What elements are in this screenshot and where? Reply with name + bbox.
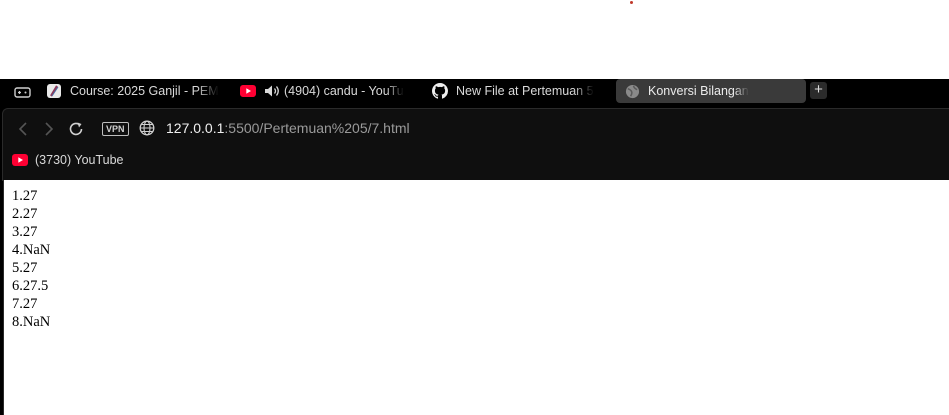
desktop-background <box>0 0 949 79</box>
bookmark-label: (3730) YouTube <box>35 153 124 167</box>
gamepad-icon[interactable] <box>12 83 32 101</box>
output-line: 1.27 <box>12 188 38 204</box>
bookmark-youtube[interactable]: (3730) YouTube <box>12 153 124 167</box>
tab-konversi-bilangan[interactable]: Konversi Bilangan <box>616 79 806 103</box>
output-line: 8.NaN <box>12 314 51 330</box>
browser-window: Course: 2025 Ganjil - PEM (4904) candu -… <box>0 79 949 415</box>
reload-icon[interactable] <box>66 119 86 139</box>
browser-toolbar: VPN 127.0.0.1:5500/Pertemuan%205/7.html … <box>2 108 949 181</box>
github-icon <box>432 83 448 99</box>
globe-icon <box>624 83 640 99</box>
tab-course[interactable]: Course: 2025 Ganjil - PEM <box>46 79 224 103</box>
globe-icon[interactable] <box>139 120 155 136</box>
output-line: 6.27.5 <box>12 278 49 294</box>
vpn-badge[interactable]: VPN <box>102 122 129 136</box>
forward-icon[interactable] <box>39 119 59 139</box>
back-icon[interactable] <box>13 119 33 139</box>
youtube-icon <box>12 154 29 166</box>
tab-title: Course: 2025 Ganjil - PEM <box>70 84 219 98</box>
tab-strip: Course: 2025 Ganjil - PEM (4904) candu -… <box>0 79 949 105</box>
tab-title: New File at Pertemuan 5 <box>456 84 594 98</box>
red-dot-mark <box>630 1 633 4</box>
output-line: 3.27 <box>12 224 38 240</box>
new-tab-button[interactable]: + <box>810 82 827 99</box>
output-list: 1.27 2.27 3.27 4.NaN 5.27 6.27.5 7.27 8.… <box>4 180 949 331</box>
tab-title: Konversi Bilangan <box>648 84 749 98</box>
output-line: 4.NaN <box>12 242 51 258</box>
address-bar[interactable]: 127.0.0.1:5500/Pertemuan%205/7.html <box>166 120 410 136</box>
course-icon <box>46 83 62 99</box>
speaker-icon[interactable] <box>264 83 280 99</box>
url-path: :5500/Pertemuan%205/7.html <box>224 120 410 136</box>
tab-title: (4904) candu - YouTu <box>284 84 404 98</box>
tab-github[interactable]: New File at Pertemuan 5 <box>432 79 602 103</box>
page-content: 1.27 2.27 3.27 4.NaN 5.27 6.27.5 7.27 8.… <box>3 180 949 415</box>
tab-youtube[interactable]: (4904) candu - YouTu <box>240 79 416 103</box>
output-line: 5.27 <box>12 260 38 276</box>
url-host: 127.0.0.1 <box>166 120 225 136</box>
output-line: 2.27 <box>12 206 38 222</box>
youtube-icon <box>240 83 256 99</box>
output-line: 7.27 <box>12 296 38 312</box>
